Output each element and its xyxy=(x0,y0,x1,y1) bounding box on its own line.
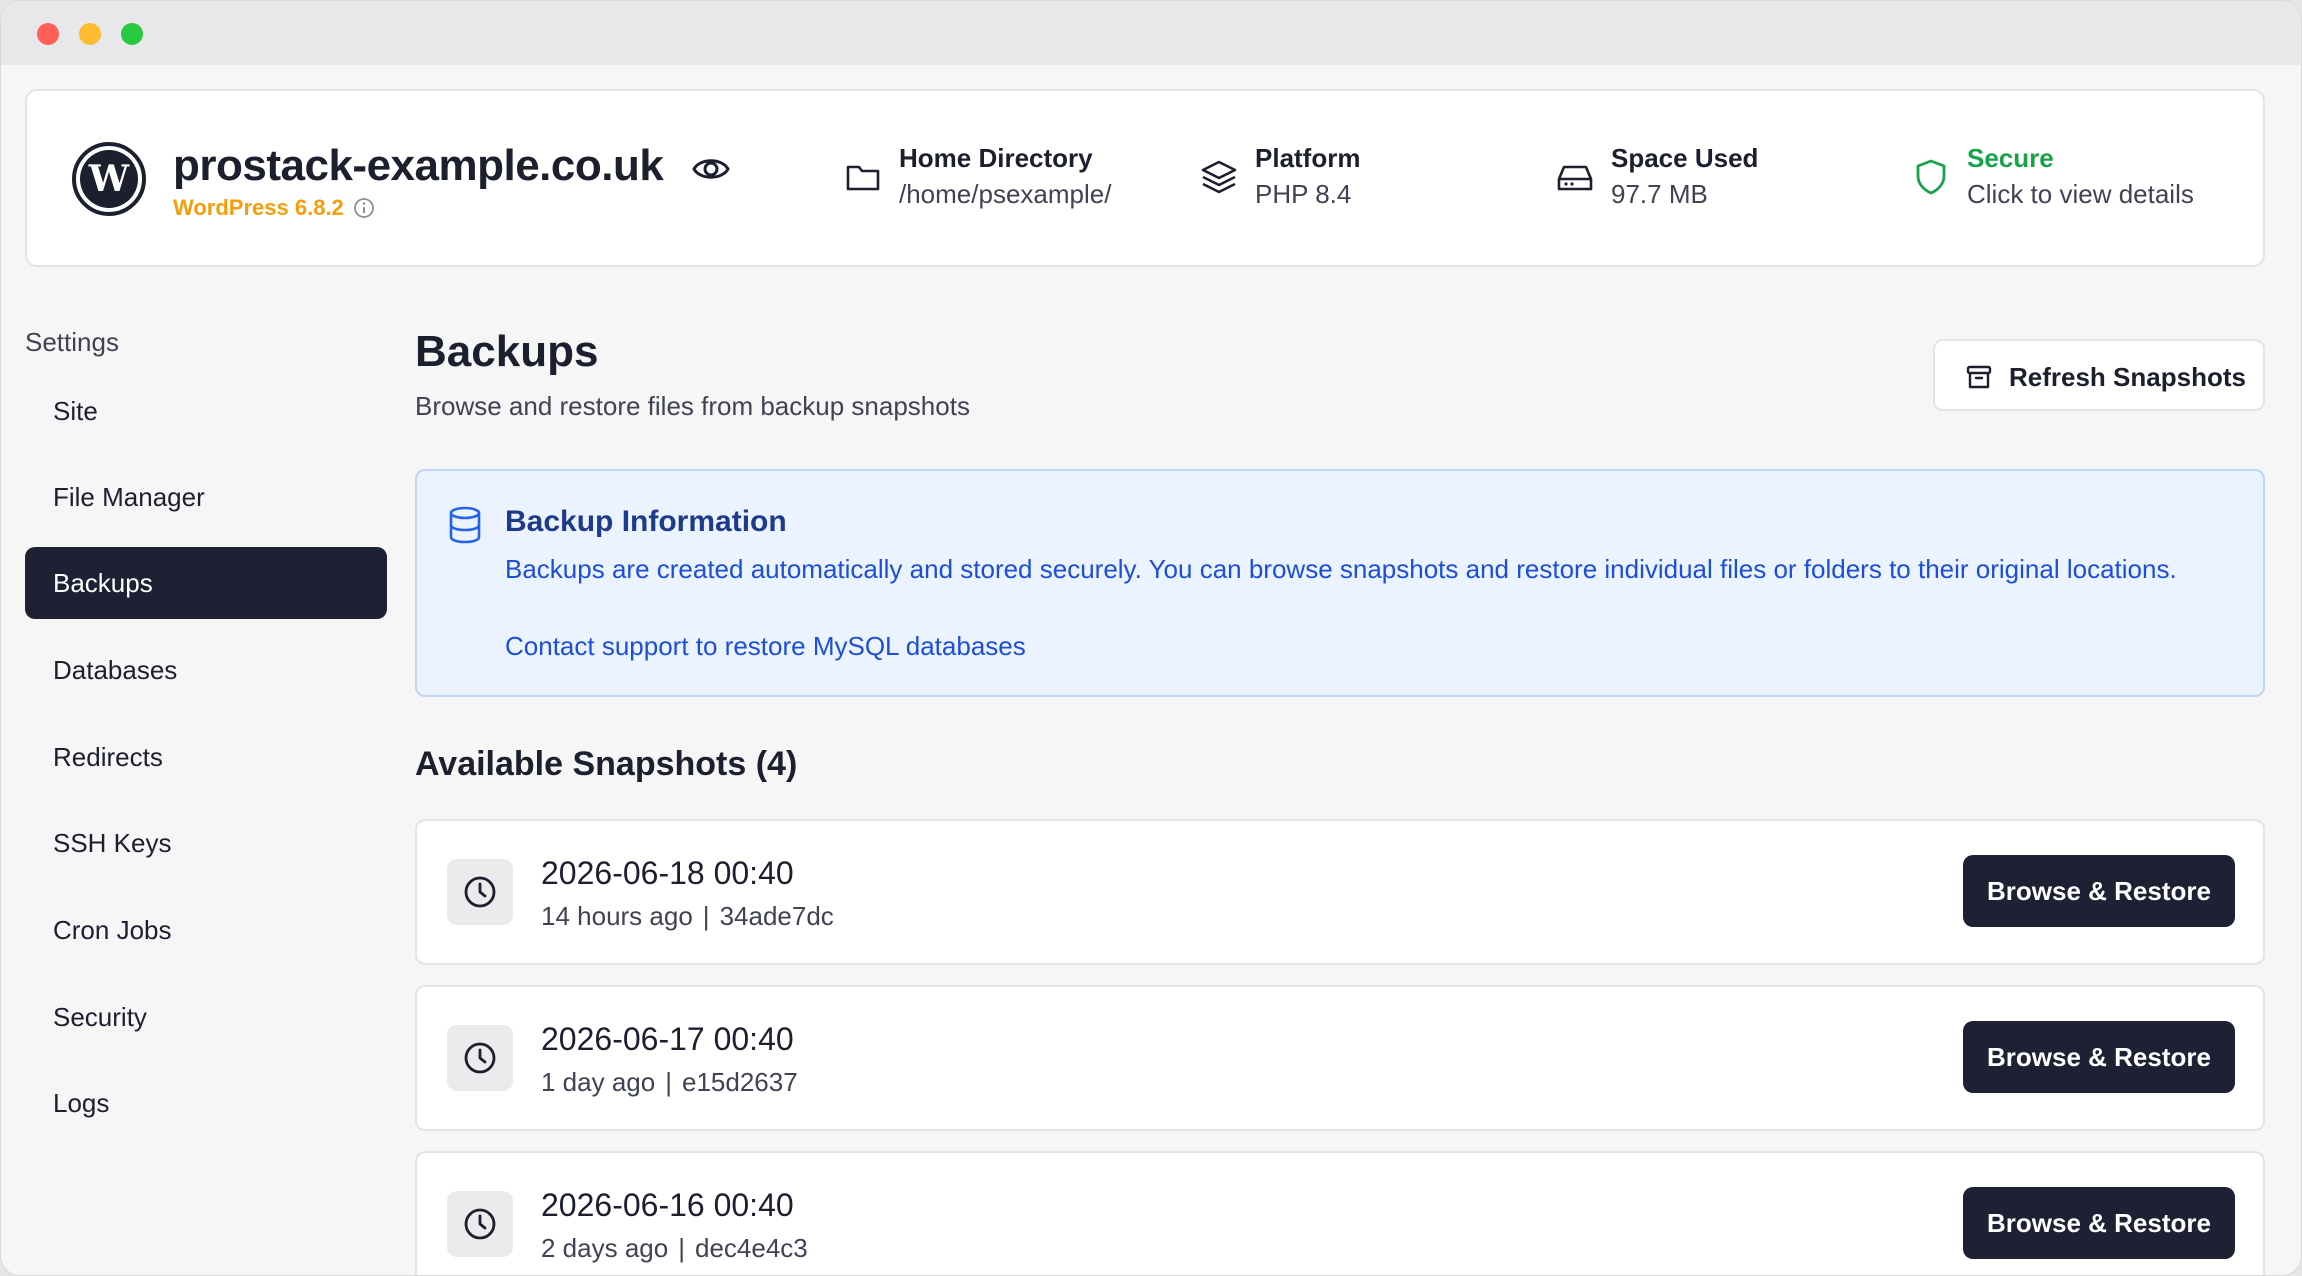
snapshot-meta: 1 day ago | e15d2637 xyxy=(541,1067,798,1098)
sidebar-item-cron-jobs[interactable]: Cron Jobs xyxy=(25,894,387,966)
sidebar-item-logs[interactable]: Logs xyxy=(25,1067,387,1139)
snapshot-icon-tile xyxy=(447,1025,513,1091)
snapshot-separator: | xyxy=(702,901,710,931)
database-icon xyxy=(449,506,481,544)
snapshot-date: 2026-06-17 00:40 xyxy=(541,1021,794,1057)
home-directory-label: Home Directory xyxy=(899,143,1093,173)
site-header-card: W prostack-example.co.uk WordPress 6.8.2… xyxy=(25,89,2265,267)
archive-icon xyxy=(1966,365,1992,389)
browse-restore-button[interactable]: Browse & Restore xyxy=(1963,855,2235,927)
snapshot-row: 2026-06-17 00:40 1 day ago | e15d2637 Brow… xyxy=(415,985,2265,1131)
backup-info-box: Backup Information Backups are created a… xyxy=(415,469,2265,697)
snapshot-meta: 2 days ago | dec4e4c3 xyxy=(541,1233,808,1264)
snapshot-age: 14 hours ago xyxy=(541,901,693,931)
sidebar-item-security[interactable]: Security xyxy=(25,981,387,1053)
snapshot-icon-tile xyxy=(447,1191,513,1257)
sidebar-item-ssh-keys[interactable]: SSH Keys xyxy=(25,807,387,879)
clock-icon xyxy=(464,876,496,908)
app-window: W prostack-example.co.uk WordPress 6.8.2… xyxy=(0,0,2302,1276)
snapshot-date: 2026-06-18 00:40 xyxy=(541,855,794,891)
maximize-window-button[interactable] xyxy=(121,23,143,45)
sidebar-item-databases[interactable]: Databases xyxy=(25,634,387,706)
snapshot-id: e15d2637 xyxy=(681,1067,798,1097)
backup-info-text: Backups are created automatically and st… xyxy=(505,554,2177,584)
snapshot-id: dec4e4c3 xyxy=(694,1233,808,1263)
space-used-value: 97.7 MB xyxy=(1611,179,1708,209)
close-window-button[interactable] xyxy=(37,23,59,45)
clock-icon xyxy=(464,1208,496,1240)
clock-icon xyxy=(464,1042,496,1074)
hard-drive-icon xyxy=(1557,165,1593,191)
sidebar-item-redirects[interactable]: Redirects xyxy=(25,721,387,793)
snapshot-meta: 14 hours ago | 34ade7dc xyxy=(541,901,834,932)
snapshot-row: 2026-06-18 00:40 14 hours ago | 34ade7dc B… xyxy=(415,819,2265,965)
page-subtitle: Browse and restore files from backup sna… xyxy=(415,391,970,421)
sidebar-item-backups[interactable]: Backups xyxy=(25,547,387,619)
secure-details-link[interactable]: Click to view details xyxy=(1967,179,2194,210)
eye-icon[interactable] xyxy=(691,149,731,189)
snapshots-heading: Available Snapshots (4) xyxy=(415,745,798,783)
sidebar-title: Settings xyxy=(25,327,119,357)
sidebar-item-file-manager[interactable]: File Manager xyxy=(25,461,387,533)
snapshot-age: 1 day ago xyxy=(541,1067,656,1097)
space-used-label: Space Used xyxy=(1611,143,1759,173)
platform-label: Platform xyxy=(1255,143,1361,173)
contact-support-link[interactable]: Contact support to restore MySQL databas… xyxy=(505,631,1026,662)
page-title: Backups xyxy=(415,327,599,376)
home-directory-value: /home/psexample/ xyxy=(899,179,1112,209)
wordpress-version: WordPress 6.8.2 xyxy=(173,195,344,220)
title-bar xyxy=(1,1,2301,65)
folder-icon xyxy=(846,165,880,191)
wordpress-logo-icon: W xyxy=(72,142,146,216)
sidebar-item-site[interactable]: Site xyxy=(25,375,387,447)
snapshot-date: 2026-06-16 00:40 xyxy=(541,1187,794,1223)
snapshot-age: 2 days ago xyxy=(541,1233,669,1263)
shield-icon xyxy=(1916,159,1946,195)
snapshot-separator: | xyxy=(678,1233,685,1263)
refresh-snapshots-button[interactable]: Refresh Snapshots xyxy=(1933,339,2265,411)
snapshot-icon-tile xyxy=(447,859,513,925)
browse-restore-button[interactable]: Browse & Restore xyxy=(1963,1021,2235,1093)
minimize-window-button[interactable] xyxy=(79,23,101,45)
backup-info-title: Backup Information xyxy=(505,505,787,538)
info-icon[interactable] xyxy=(353,197,375,219)
browse-restore-button[interactable]: Browse & Restore xyxy=(1963,1187,2235,1259)
refresh-snapshots-label: Refresh Snapshots xyxy=(2009,362,2246,392)
secure-label: Secure xyxy=(1967,143,2054,173)
snapshot-separator: | xyxy=(665,1067,672,1097)
snapshot-row: 2026-06-16 00:40 2 days ago | dec4e4c3 Bro… xyxy=(415,1151,2265,1275)
site-name: prostack-example.co.uk xyxy=(173,141,664,190)
platform-value: PHP 8.4 xyxy=(1255,179,1352,209)
snapshot-id: 34ade7dc xyxy=(719,901,834,931)
layers-icon xyxy=(1201,160,1237,194)
svg-text:W: W xyxy=(88,158,130,200)
